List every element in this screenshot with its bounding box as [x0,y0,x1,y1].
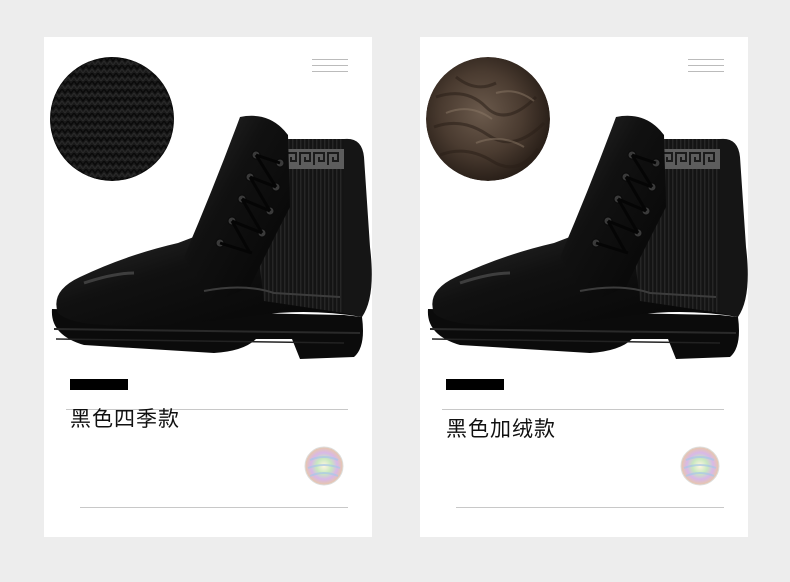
variant-label: 黑色四季款 [70,407,180,431]
black-boot-image [50,114,372,361]
product-card-four-season[interactable]: 黑色四季款 [44,37,372,537]
redaction-bar [70,379,128,390]
hologram-seal-icon [304,446,344,486]
divider-line [80,507,348,508]
redaction-bar [446,379,504,390]
divider-line [442,409,724,410]
black-boot-image [426,114,748,361]
menu-icon[interactable] [312,59,348,75]
variant-label: 黑色加绒款 [446,417,556,441]
menu-icon[interactable] [688,59,724,75]
divider-line [456,507,724,508]
product-card-fleece-lined[interactable]: 黑色加绒款 [420,37,748,537]
hologram-seal-icon [680,446,720,486]
